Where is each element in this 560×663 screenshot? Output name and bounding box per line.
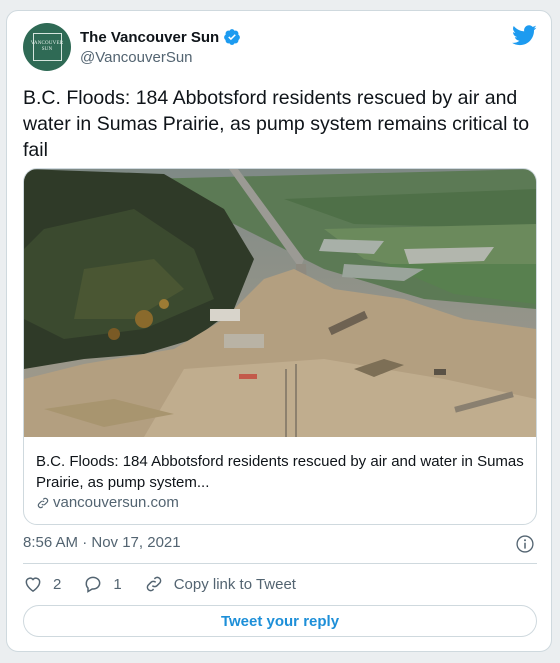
like-button[interactable]: 2 [23, 574, 61, 594]
tweet-text: B.C. Floods: 184 Abbotsford residents re… [23, 87, 530, 161]
vancouver-sun-logo: VANCOUVER SUN [31, 33, 63, 61]
tweet-card: VANCOUVER SUN The Vancouver Sun @Vancouv… [6, 10, 552, 652]
heart-icon [25, 577, 41, 592]
account-handle[interactable]: @VancouverSun [80, 49, 193, 66]
link-preview-card[interactable]: B.C. Floods: 184 Abbotsford residents re… [23, 168, 537, 525]
reply-button[interactable]: 1 [83, 574, 122, 594]
tweet-timestamp[interactable]: 8:56 AM · Nov 17, 2021 [23, 534, 181, 551]
divider [23, 563, 537, 564]
link-title[interactable]: B.C. Floods: 184 Abbotsford residents re… [36, 451, 524, 493]
link-domain-text: vancouversun.com [53, 494, 179, 511]
verified-badge-icon [224, 29, 241, 45]
link-domain[interactable]: vancouversun.com [36, 494, 179, 511]
copy-link-button[interactable]: Copy link to Tweet [144, 574, 296, 594]
avatar[interactable]: VANCOUVER SUN [23, 23, 71, 71]
author-name-row[interactable]: The Vancouver Sun [80, 28, 241, 46]
link-icon [146, 576, 161, 592]
copy-link-label: Copy link to Tweet [173, 575, 296, 593]
display-name[interactable]: The Vancouver Sun [80, 29, 219, 46]
twitter-bird-icon[interactable] [512, 25, 537, 46]
reply-bubble-icon [85, 576, 101, 593]
info-icon[interactable] [515, 534, 535, 554]
link-icon [37, 497, 49, 508]
reply-count: 1 [113, 575, 122, 593]
tweet-your-reply-button[interactable]: Tweet your reply [23, 605, 537, 637]
action-bar: 2 1 Copy link to Tweet [23, 574, 318, 594]
like-count: 2 [53, 575, 62, 593]
aerial-flood-photo[interactable] [24, 169, 536, 437]
